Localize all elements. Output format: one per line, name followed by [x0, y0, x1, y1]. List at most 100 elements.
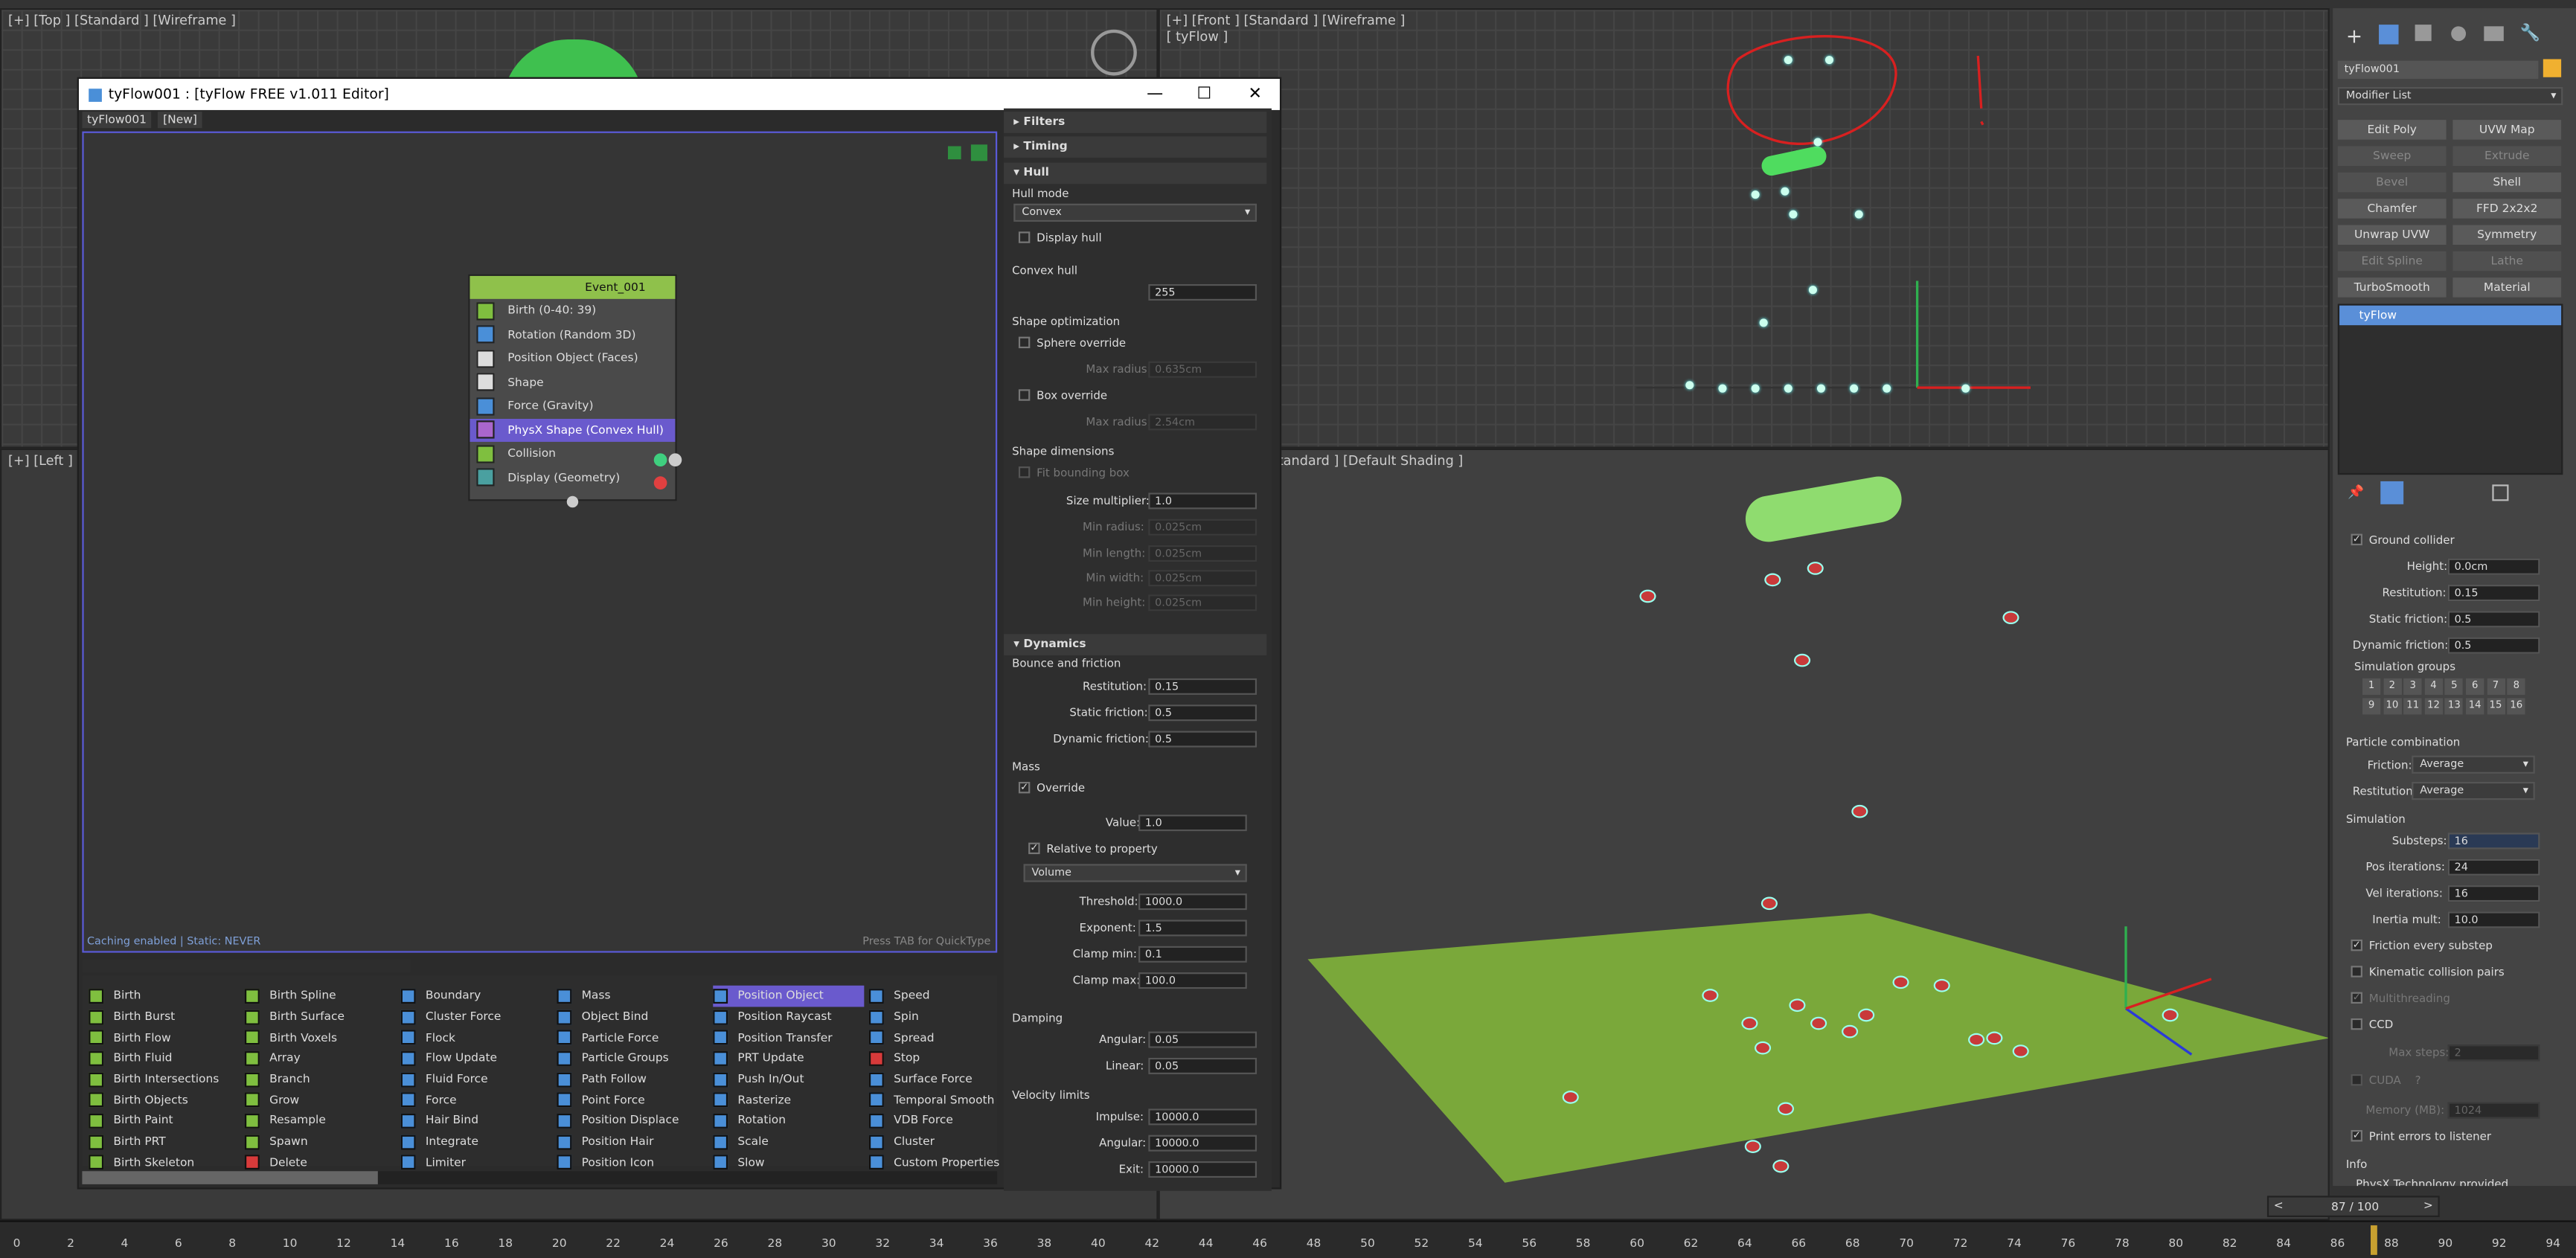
utilities-tab-icon[interactable]: 🔧	[2520, 25, 2540, 42]
object-name-field[interactable]: tyFlow001	[2337, 60, 2539, 79]
size-mult-field[interactable]: 1.0	[1148, 492, 1257, 510]
sim-group-button[interactable]: 1	[2362, 678, 2381, 695]
node-operator-row[interactable]: Force (Gravity)	[470, 394, 675, 418]
modifier-button[interactable]: Shell	[2452, 172, 2562, 193]
palette-operator[interactable]: Surface Force	[868, 1069, 999, 1090]
palette-operator[interactable]: Mass	[557, 986, 679, 1007]
relative-checkbox[interactable]: ✓	[1028, 842, 1040, 855]
exponent-field[interactable]: 1.5	[1138, 920, 1247, 937]
palette-operator[interactable]: Spread	[868, 1027, 999, 1048]
palette-operator[interactable]: PRT Update	[713, 1048, 864, 1069]
sim-group-button[interactable]: 11	[2403, 698, 2422, 715]
tab-tyflow001[interactable]: tyFlow001	[82, 112, 152, 129]
close-button[interactable]: ✕	[1231, 79, 1280, 110]
modifier-button[interactable]: UVW Map	[2452, 120, 2562, 140]
object-color-swatch[interactable]	[2543, 59, 2562, 77]
max-verts-field[interactable]: 255	[1148, 283, 1257, 301]
modifier-button[interactable]: Sweep	[2337, 146, 2447, 166]
palette-operator[interactable]: Temporal Smooth	[868, 1090, 999, 1111]
palette-operator[interactable]: Spawn	[244, 1132, 345, 1152]
kinematic-checkbox[interactable]	[2351, 966, 2362, 978]
palette-operator[interactable]: Branch	[244, 1069, 345, 1090]
time-slider[interactable]: < 87 / 100 >	[2266, 1196, 2440, 1218]
sim-group-button[interactable]: 5	[2445, 678, 2464, 695]
palette-operator[interactable]: Object Bind	[557, 1007, 679, 1027]
palette-operator[interactable]: Spin	[868, 1007, 999, 1027]
modifier-button[interactable]: FFD 2x2x2	[2452, 199, 2562, 219]
ground-collider-checkbox[interactable]: ✓	[2351, 533, 2362, 546]
palette-operator[interactable]: Array	[244, 1048, 345, 1069]
palette-operator[interactable]: Birth PRT	[89, 1132, 219, 1152]
palette-operator[interactable]: Force	[400, 1090, 502, 1111]
impulse-field[interactable]: 10000.0	[1148, 1108, 1257, 1126]
palette-operator[interactable]: Birth Paint	[89, 1111, 219, 1132]
palette-operator[interactable]: Boundary	[400, 986, 502, 1007]
node-operator-row[interactable]: Shape	[470, 370, 675, 394]
operator-palette[interactable]: Birth Birth Burst Birth Flow Birth Fluid Bir…	[82, 975, 999, 1170]
show-end-result-icon[interactable]	[2380, 481, 2404, 504]
palette-operator[interactable]: Position Transfer	[713, 1027, 864, 1048]
min-height-field[interactable]: 0.025cm	[1148, 594, 1257, 612]
display-color-swatch[interactable]	[653, 476, 667, 490]
node-operator-row[interactable]: Birth (0-40: 39)	[470, 299, 675, 323]
multithreading-checkbox[interactable]: ✓	[2351, 992, 2362, 1004]
modifier-button[interactable]: Material	[2452, 277, 2562, 298]
palette-operator[interactable]: Point Force	[557, 1090, 679, 1111]
sim-group-button[interactable]: 14	[2466, 698, 2484, 715]
clamp-max-field[interactable]: 100.0	[1138, 972, 1247, 989]
min-length-field[interactable]: 0.025cm	[1148, 545, 1257, 562]
palette-operator[interactable]: Path Follow	[557, 1069, 679, 1090]
node-operator-row[interactable]: Display (Geometry)	[470, 466, 675, 490]
palette-operator[interactable]: Delete	[244, 1152, 345, 1173]
gc-restitution-field[interactable]: 0.15	[2447, 585, 2540, 602]
collision-output-port[interactable]	[668, 453, 682, 467]
modifier-button[interactable]: Lathe	[2452, 251, 2562, 272]
ccd-checkbox[interactable]	[2351, 1018, 2362, 1030]
height-field[interactable]: 0.0cm	[2447, 558, 2540, 575]
modifier-button[interactable]: Chamfer	[2337, 199, 2447, 219]
next-frame-icon[interactable]: >	[2423, 1199, 2433, 1213]
minimize-button[interactable]: —	[1130, 79, 1179, 110]
palette-operator[interactable]: Position Hair	[557, 1132, 679, 1152]
restitution-field[interactable]: 0.15	[1148, 678, 1257, 695]
palette-operator[interactable]: Particle Force	[557, 1027, 679, 1048]
palette-operator[interactable]: Birth	[89, 986, 219, 1007]
modify-tab-icon[interactable]	[2379, 25, 2399, 45]
pin-stack-icon[interactable]: 📌	[2348, 484, 2364, 499]
palette-operator[interactable]: Birth Voxels	[244, 1027, 345, 1048]
node-operator-row[interactable]: PhysX Shape (Convex Hull)	[470, 417, 676, 442]
mass-value-field[interactable]: 1.0	[1138, 815, 1247, 832]
palette-operator[interactable]: Flock	[400, 1027, 502, 1048]
sim-group-button[interactable]: 3	[2403, 678, 2422, 695]
sim-group-button[interactable]: 7	[2486, 678, 2505, 695]
node-operator-row[interactable]: Rotation (Random 3D)	[470, 323, 675, 347]
palette-operator[interactable]: Cluster Force	[400, 1007, 501, 1027]
memory-field[interactable]: 1024	[2447, 1102, 2540, 1119]
volume-dropdown[interactable]: Volume ▾	[1023, 864, 1247, 882]
node-operator-row[interactable]: Position Object (Faces)	[470, 347, 675, 370]
friction-every-checkbox[interactable]: ✓	[2351, 939, 2362, 951]
hull-rollout[interactable]: ▾ Hull	[1004, 162, 1267, 184]
viewcube-icon[interactable]	[1091, 29, 1137, 76]
event-input-port[interactable]	[566, 495, 579, 508]
modifier-button[interactable]: Unwrap UVW	[2337, 225, 2447, 245]
min-width-field[interactable]: 0.025cm	[1148, 570, 1257, 587]
display-hull-checkbox[interactable]	[1018, 231, 1031, 243]
palette-operator[interactable]: Position Displace	[557, 1111, 679, 1132]
modifier-stack[interactable]: tyFlow	[2337, 304, 2563, 475]
configure-sets-icon[interactable]	[2492, 484, 2509, 501]
maximize-button[interactable]: ☐	[1179, 79, 1228, 110]
modifier-button[interactable]: Symmetry	[2452, 225, 2562, 245]
exit-field[interactable]: 10000.0	[1148, 1161, 1257, 1178]
sim-group-button[interactable]: 15	[2486, 698, 2505, 715]
static-friction-field[interactable]: 0.5	[1148, 705, 1257, 722]
palette-operator[interactable]: Particle Groups	[557, 1048, 679, 1069]
sim-group-button[interactable]: 13	[2445, 698, 2464, 715]
tyflow-editor-window[interactable]: tyFlow001 : [tyFlow FREE v1.011 Editor] …	[77, 77, 1282, 1191]
palette-scrollbar[interactable]	[82, 1171, 998, 1184]
sim-group-button[interactable]: 2	[2383, 678, 2402, 695]
palette-operator[interactable]: Limiter	[400, 1152, 502, 1173]
canvas-layout-icon[interactable]	[970, 144, 987, 161]
palette-operator[interactable]: Rasterize	[713, 1090, 864, 1111]
pc-friction-dropdown[interactable]: Average ▾	[2412, 755, 2535, 774]
